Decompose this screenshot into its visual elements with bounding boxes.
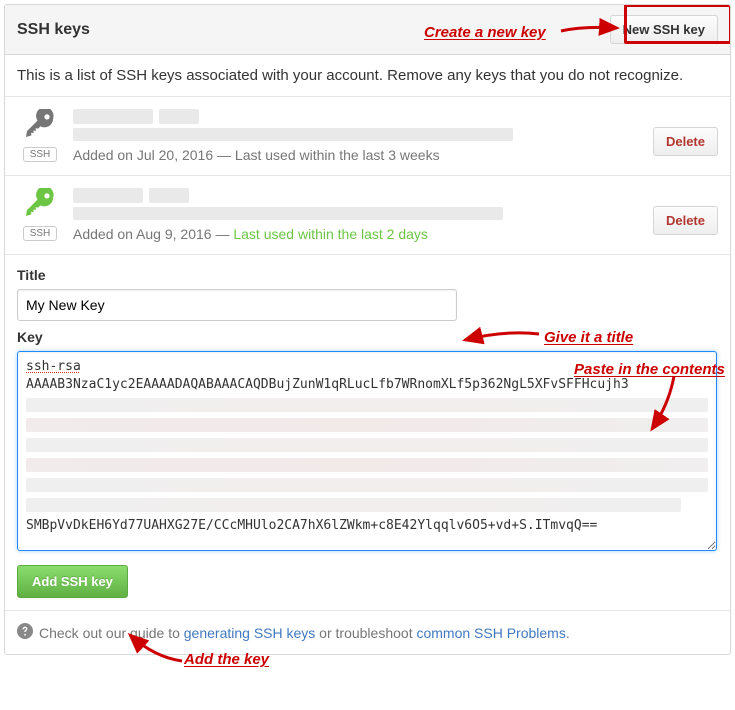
key-icon (17, 188, 63, 219)
add-ssh-key-button[interactable]: Add SSH key (17, 565, 128, 598)
key-textarea[interactable]: ssh-rsa AAAAB3NzaC1yc2EAAAADAQABAAACAQDB… (17, 351, 717, 551)
key-label: Key (17, 329, 718, 345)
question-icon (17, 623, 33, 642)
title-input[interactable] (17, 289, 457, 321)
new-ssh-key-button[interactable]: New SSH key (610, 15, 718, 44)
key-added-date: Added on Aug 9, 2016 (73, 226, 212, 242)
key-content-line: SMBpVvDkEH6Yd77UAHXG27E/CCcMHUlo2CA7hX6l… (26, 518, 708, 533)
title-label: Title (17, 267, 718, 283)
key-content-line: AAAAB3NzaC1yc2EAAAADAQABAAACAQDBujZunW1q… (26, 377, 629, 392)
generating-keys-link[interactable]: generating SSH keys (184, 625, 316, 641)
ssh-key-row: SSH Added on Jul 20, 2016 — Last used wi… (5, 97, 730, 176)
key-last-used: Last used within the last 2 days (233, 226, 428, 242)
delete-key-button[interactable]: Delete (653, 206, 718, 235)
ssh-badge: SSH (23, 147, 58, 162)
footer-text: Check out our guide to generating SSH ke… (39, 625, 570, 641)
ssh-key-row: SSH Added on Aug 9, 2016 — Last used wit… (5, 176, 730, 255)
key-content-line: ssh-rsa (26, 359, 81, 374)
page-title: SSH keys (17, 21, 90, 39)
description-text: This is a list of SSH keys associated wi… (5, 55, 730, 97)
ssh-badge: SSH (23, 226, 58, 241)
key-last-used: Last used within the last 3 weeks (235, 147, 440, 163)
key-icon (17, 109, 63, 140)
key-added-date: Added on Jul 20, 2016 (73, 147, 213, 163)
common-problems-link[interactable]: common SSH Problems (416, 625, 565, 641)
delete-key-button[interactable]: Delete (653, 127, 718, 156)
